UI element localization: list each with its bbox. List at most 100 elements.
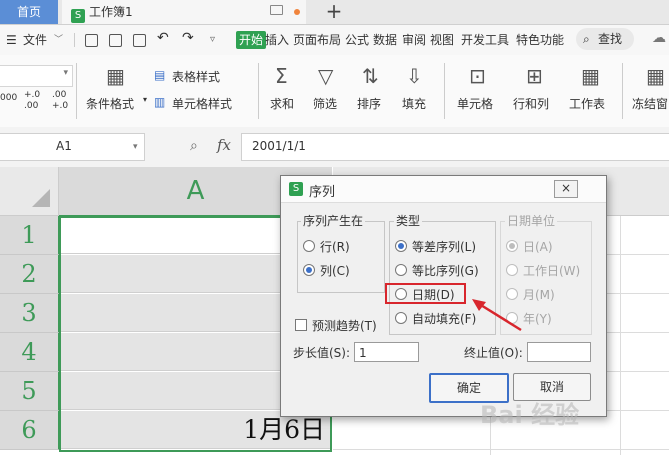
select-all-corner[interactable] <box>0 167 59 216</box>
increase-decimal-glyph[interactable]: +.0 <box>24 90 40 100</box>
radio-autofill[interactable]: 自动填充(F) <box>395 311 476 327</box>
spreadsheet-icon: S <box>71 9 85 23</box>
spreadsheet-icon: S <box>289 182 303 196</box>
rows-columns-icon[interactable]: ⊞ <box>526 65 543 87</box>
row-header-3[interactable]: 3 <box>0 294 60 333</box>
decrease-decimal-glyph[interactable]: .00 <box>52 90 66 100</box>
search-button[interactable]: ⌕ 查找 <box>576 28 634 50</box>
chevron-down-icon: ▾ <box>143 95 148 104</box>
cloud-icon[interactable]: ☁ <box>652 29 666 47</box>
new-tab-button[interactable]: + <box>322 0 346 24</box>
formula-input[interactable]: 2001/1/1 <box>241 133 669 161</box>
row-header-6[interactable]: 6 <box>0 411 60 450</box>
date-highlight-box <box>385 283 466 304</box>
radio-icon <box>506 264 518 276</box>
menu-special-features[interactable]: 特色功能 <box>516 31 564 49</box>
radio-column[interactable]: 列(C) <box>303 263 350 279</box>
radio-year-label: 年(Y) <box>523 312 552 326</box>
table-style-icon: ▤ <box>154 68 166 82</box>
fx-icon[interactable]: fx <box>217 136 231 154</box>
radio-column-label: 列(C) <box>320 264 350 278</box>
tab-workbook[interactable]: S 工作簿1 <box>62 0 306 24</box>
watermark: Bai 经验 <box>480 401 580 429</box>
search-icon: ⌕ <box>583 32 590 46</box>
number-format-dropdown[interactable]: ▾ <box>0 65 73 87</box>
dialog-title: 序列 <box>309 185 336 200</box>
annotation-arrow-icon <box>472 299 522 332</box>
cell-icon[interactable]: ⊡ <box>469 65 486 87</box>
menu-review[interactable]: 审阅 <box>402 31 426 49</box>
trend-label: 预测趋势(T) <box>312 319 377 333</box>
undo-icon[interactable]: ↶ <box>157 29 169 47</box>
sort-button[interactable]: 排序 <box>357 95 381 112</box>
row-header-2[interactable]: 2 <box>0 255 60 294</box>
formula-value: 2001/1/1 <box>252 139 306 153</box>
monitor-icon[interactable] <box>270 5 283 15</box>
step-value-input[interactable]: 1 <box>354 342 419 362</box>
tab-home[interactable]: 首页 <box>0 0 58 24</box>
filter-button[interactable]: 筛选 <box>313 95 337 112</box>
stop-value-input[interactable] <box>527 342 591 362</box>
close-button[interactable]: × <box>554 180 578 198</box>
chevron-down-icon: ▾ <box>133 142 138 152</box>
filter-icon[interactable]: ▽ <box>318 65 333 87</box>
menu-data[interactable]: 数据 <box>373 31 397 49</box>
zoom-icon[interactable]: ⌕ <box>190 138 198 154</box>
radio-workday[interactable]: 工作日(W) <box>506 263 580 279</box>
worksheet-icon[interactable]: ▦ <box>581 65 600 87</box>
divider <box>76 63 77 119</box>
conditional-format-button[interactable]: 条件格式 <box>86 95 134 112</box>
freeze-panes-button[interactable]: 冻结窗 <box>632 95 668 112</box>
radio-geometric[interactable]: 等比序列(G) <box>395 263 479 279</box>
row-header-1[interactable]: 1 <box>0 216 60 255</box>
menu-bar: ☰ 文件 ﹀ ↶ ↷ ▿ 开始 插入 页面布局 公式 数据 审阅 视图 开发工具… <box>0 25 669 55</box>
cell-button[interactable]: 单元格 <box>457 95 493 112</box>
row-header-4[interactable]: 4 <box>0 333 60 372</box>
row-header-5[interactable]: 5 <box>0 372 60 411</box>
name-box[interactable]: A1 ▾ <box>0 133 145 161</box>
select-all-icon <box>32 189 50 207</box>
radio-row-label: 行(R) <box>320 240 350 254</box>
fill-button[interactable]: 填充 <box>402 95 426 112</box>
save-icon[interactable] <box>85 34 98 47</box>
sum-button[interactable]: 求和 <box>270 95 294 112</box>
menu-file[interactable]: 文件 <box>23 31 47 49</box>
menu-developer-tools[interactable]: 开发工具 <box>461 31 509 49</box>
ribbon: ▾ 000 +.0 .00 .00 +.0 ▦ 条件格式 ▾ ▤ 表格样式 ▥ … <box>0 55 669 128</box>
menu-page-layout[interactable]: 页面布局 <box>293 31 341 49</box>
rows-columns-button[interactable]: 行和列 <box>513 95 549 112</box>
conditional-format-icon[interactable]: ▦ <box>106 65 125 87</box>
number-format-glyph[interactable]: 000 <box>0 93 17 103</box>
gridline <box>620 216 621 455</box>
sort-icon[interactable]: ⇅ <box>362 65 379 87</box>
gridline <box>333 449 669 450</box>
table-style-button[interactable]: 表格样式 <box>172 68 220 85</box>
menu-formulas[interactable]: 公式 <box>345 31 369 49</box>
freeze-panes-icon[interactable]: ▦ <box>646 65 665 87</box>
radio-arithmetic[interactable]: 等差序列(L) <box>395 239 476 255</box>
dialog-title-bar[interactable]: S 序列 × <box>281 176 606 203</box>
redo-icon[interactable]: ↷ <box>182 29 194 47</box>
decimal-glyph: .00 <box>24 101 39 111</box>
radio-month-label: 月(M) <box>523 288 555 302</box>
trend-checkbox[interactable]: 预测趋势(T) <box>295 318 377 334</box>
radio-arithmetic-label: 等差序列(L) <box>412 240 477 254</box>
cell-style-button[interactable]: 单元格样式 <box>172 95 232 112</box>
customize-dropdown-icon[interactable]: ▿ <box>210 31 215 49</box>
radio-day-label: 日(A) <box>523 240 553 254</box>
series-in-group <box>297 221 385 293</box>
sum-icon[interactable]: Σ <box>275 65 288 87</box>
worksheet-button[interactable]: 工作表 <box>569 95 605 112</box>
print-icon[interactable] <box>109 34 122 47</box>
menu-start[interactable]: 开始 <box>236 31 267 49</box>
chevron-down-icon[interactable]: ﹀ <box>54 31 63 49</box>
hamburger-icon[interactable]: ☰ <box>6 31 17 49</box>
menu-insert[interactable]: 插入 <box>265 31 289 49</box>
print-preview-icon[interactable] <box>133 34 146 47</box>
fill-icon[interactable]: ⇩ <box>406 65 423 87</box>
step-label: 步长值(S): <box>293 346 351 360</box>
radio-row[interactable]: 行(R) <box>303 239 350 255</box>
menu-view[interactable]: 视图 <box>430 31 454 49</box>
radio-selected-icon <box>506 240 518 252</box>
radio-day[interactable]: 日(A) <box>506 239 553 255</box>
